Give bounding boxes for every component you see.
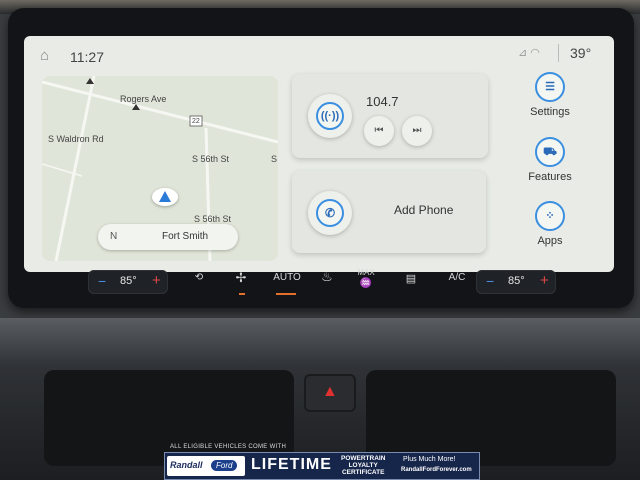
banner-url: RandallFordForever.com: [401, 467, 472, 473]
rear-defrost-icon[interactable]: ▤: [402, 272, 420, 285]
radio-frequency: 104.7: [366, 94, 399, 109]
passenger-temp-up-button[interactable]: +: [540, 272, 549, 289]
vehicle-position-icon: [152, 188, 178, 206]
wifi-icon: ◠: [530, 47, 543, 59]
banner-top-text: ALL ELIGIBLE VEHICLES COME WITH: [170, 444, 287, 450]
brand-logo: Ford: [211, 460, 238, 471]
dealer-banner: Randall Ford LIFETIME POWERTRAIN LOYALTY…: [164, 452, 480, 480]
passenger-temp-down-button[interactable]: −: [486, 273, 494, 289]
features-label: Features: [528, 171, 572, 183]
street-label: Rogers Ave: [120, 94, 167, 104]
radio-source-button[interactable]: ((·)): [308, 94, 352, 138]
settings-button[interactable]: ☰ Settings: [514, 72, 586, 118]
seat-heat-icon[interactable]: ♨: [316, 269, 338, 285]
signal-icon: ⊿: [518, 47, 531, 59]
banner-tagline: Plus Much More!: [403, 456, 456, 463]
passenger-temp-control: − 85° +: [476, 270, 556, 294]
radio-card[interactable]: ((·)) 104.7 ⏮ ⏭: [292, 74, 488, 158]
outside-temperature: 39°: [570, 45, 592, 61]
apps-grid-icon: ⁘: [535, 201, 565, 231]
banner-headline: LIFETIME: [251, 456, 332, 473]
street-label: S 56th St: [194, 214, 232, 224]
clock: 11:27: [70, 49, 104, 65]
fan-indicator: [239, 293, 245, 295]
compass-heading: N: [110, 231, 118, 242]
route-marker: 22: [192, 118, 200, 125]
driver-temp-up-button[interactable]: +: [152, 272, 161, 289]
street-label: S: [271, 154, 278, 164]
features-button[interactable]: ⛟ Features: [514, 137, 586, 183]
phone-icon: ✆: [316, 199, 344, 227]
home-icon[interactable]: ⌂: [40, 48, 56, 64]
phone-button[interactable]: ✆: [308, 191, 352, 235]
previous-track-icon[interactable]: ⏮: [364, 116, 394, 146]
climate-controls: − 85° + ⟲ ✢ AUTO ♨ MAX ♒ ▤ A/C − 85° +: [84, 268, 562, 298]
next-track-icon[interactable]: ⏭: [402, 116, 432, 146]
hazard-icon: ▲: [322, 383, 338, 400]
car-features-icon: ⛟: [535, 137, 565, 167]
fan-icon[interactable]: ✢: [230, 270, 252, 286]
auto-button[interactable]: AUTO: [272, 272, 302, 283]
connectivity-icons: ⊿◠: [518, 46, 543, 59]
banner-certificate: POWERTRAIN LOYALTY CERTIFICATE: [341, 455, 386, 476]
recirculation-icon[interactable]: ⟲: [188, 272, 210, 283]
status-bar: ⌂ 11:27 ⊿◠ 39°: [24, 36, 614, 72]
status-divider: [558, 44, 559, 62]
auto-indicator: [276, 293, 296, 295]
dealer-name: Randall: [170, 460, 203, 470]
navigation-map[interactable]: Rogers Ave S Waldron Rd S 56th St S 56th…: [42, 76, 278, 261]
apps-label: Apps: [537, 235, 563, 247]
max-defrost-button[interactable]: MAX: [354, 268, 378, 277]
driver-temp-value: 85°: [120, 275, 137, 287]
street-label: S Waldron Rd: [48, 134, 104, 144]
apps-button[interactable]: ⁘ Apps: [514, 201, 586, 247]
settings-sliders-icon: ☰: [535, 72, 565, 102]
driver-temp-down-button[interactable]: −: [98, 273, 106, 289]
passenger-temp-value: 85°: [508, 275, 525, 287]
street-label: S 56th St: [192, 154, 230, 164]
phone-card[interactable]: ✆ Add Phone: [292, 171, 486, 253]
add-phone-label: Add Phone: [394, 203, 454, 217]
driver-temp-control: − 85° +: [88, 270, 168, 294]
settings-label: Settings: [530, 106, 570, 118]
defrost-icon: ♒: [359, 278, 373, 289]
dealer-logo: Randall Ford: [167, 456, 245, 476]
current-city: Fort Smith: [162, 231, 209, 242]
location-pill[interactable]: N Fort Smith: [98, 224, 238, 250]
hazard-button[interactable]: ▲: [304, 374, 356, 412]
radio-signal-icon: ((·)): [316, 102, 344, 130]
infotainment-screen: ⌂ 11:27 ⊿◠ 39° Rogers Ave S Waldron Rd S…: [24, 36, 614, 272]
ac-button[interactable]: A/C: [444, 272, 470, 283]
